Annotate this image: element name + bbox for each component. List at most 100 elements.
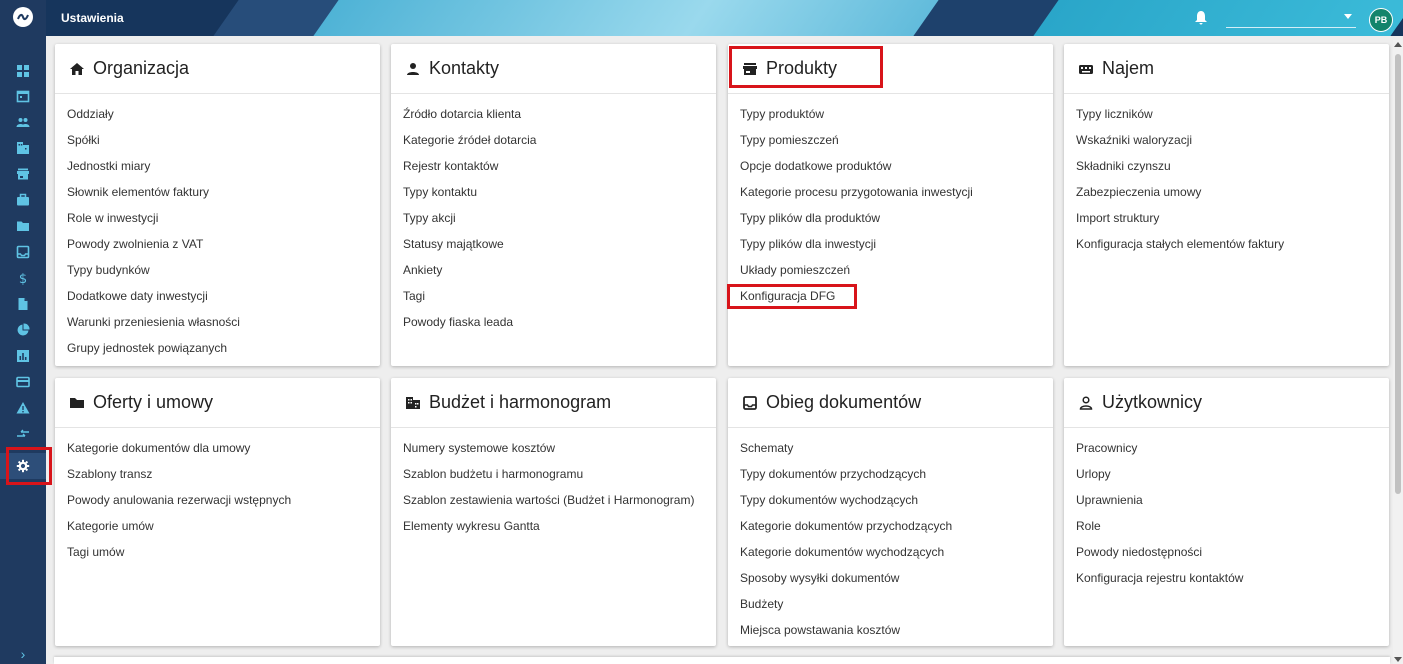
settings-link[interactable]: Uprawnienia (1064, 487, 1389, 513)
settings-link[interactable]: Numery systemowe kosztów (391, 435, 716, 461)
settings-link[interactable]: Zabezpieczenia umowy (1064, 179, 1389, 205)
card-title: Kontakty (429, 58, 500, 78)
card-budzet: Budżet i harmonogram Numery systemowe ko… (391, 378, 716, 646)
settings-link[interactable]: Rejestr kontaktów (391, 153, 716, 179)
settings-link[interactable]: Spółki (55, 127, 380, 153)
settings-link[interactable]: Sposoby wysyłki dokumentów (728, 565, 1053, 591)
sidebar-item-briefcase[interactable] (0, 187, 46, 213)
settings-link[interactable]: Typy liczników (1064, 101, 1389, 127)
avatar[interactable]: PB (1369, 8, 1393, 32)
sidebar-item-inbox[interactable] (0, 239, 46, 265)
settings-link[interactable]: Typy dokumentów wychodzących (728, 487, 1053, 513)
chevron-down-icon (1344, 14, 1352, 19)
settings-link[interactable]: Kategorie procesu przygotowania inwestyc… (728, 179, 1053, 205)
settings-link[interactable]: Powody anulowania rezerwacji wstępnych (55, 487, 380, 513)
sidebar-item-people[interactable] (0, 109, 46, 135)
settings-link[interactable]: Konfiguracja stałych elementów faktury (1064, 231, 1389, 257)
settings-list: Oddziały Spółki Jednostki miary Słownik ele… (55, 94, 380, 361)
settings-link[interactable]: Dodatkowe daty inwestycji (55, 283, 380, 309)
settings-link[interactable]: Szablony transz (55, 461, 380, 487)
sidebar-item-bar-chart[interactable] (0, 343, 46, 369)
expand-sidebar-button[interactable]: › (0, 644, 46, 664)
sidebar-item-transfer[interactable] (0, 421, 46, 447)
settings-link[interactable]: Kategorie dokumentów wychodzących (728, 539, 1053, 565)
settings-link[interactable]: Jednostki miary (55, 153, 380, 179)
settings-link[interactable]: Oddziały (55, 101, 380, 127)
settings-link[interactable]: Grupy jednostek powiązanych (55, 335, 380, 361)
next-row-cards (54, 657, 1390, 664)
page-scrollbar[interactable] (1393, 40, 1403, 664)
settings-link[interactable]: Urlopy (1064, 461, 1389, 487)
card-obieg: Obieg dokumentów Schematy Typy dokumentów… (728, 378, 1053, 646)
settings-link[interactable]: Warunki przeniesienia własności (55, 309, 380, 335)
sidebar-item-dollar[interactable]: $ (0, 265, 46, 291)
settings-link[interactable]: Typy kontaktu (391, 179, 716, 205)
card-title: Organizacja (93, 58, 190, 78)
settings-list: Numery systemowe kosztów Szablon budżetu … (391, 428, 716, 539)
bar-chart-icon (17, 350, 29, 362)
settings-link[interactable]: Typy budynków (55, 257, 380, 283)
settings-link[interactable]: Układy pomieszczeń (728, 257, 1053, 283)
person-outline-icon (1079, 395, 1093, 410)
people-icon (16, 118, 30, 127)
calendar-icon (16, 90, 30, 103)
scroll-down-icon[interactable] (1394, 657, 1402, 662)
sidebar-item-card[interactable] (0, 369, 46, 395)
settings-link[interactable]: Typy akcji (391, 205, 716, 231)
settings-link[interactable]: Źródło dotarcia klienta (391, 101, 716, 127)
document-icon (18, 298, 28, 310)
inbox-icon (743, 395, 757, 410)
sidebar-item-pie-chart[interactable] (0, 317, 46, 343)
settings-link[interactable]: Tagi (391, 283, 716, 309)
sidebar-item-store[interactable] (0, 161, 46, 187)
sidebar-item-folder[interactable] (0, 213, 46, 239)
settings-link[interactable]: Powody fiaska leada (391, 309, 716, 335)
settings-link[interactable]: Kategorie dokumentów przychodzących (728, 513, 1053, 539)
keyboard-icon (1079, 64, 1093, 74)
card-najem: Najem Typy liczników Wskaźniki waloryzacj… (1064, 44, 1389, 366)
settings-link[interactable]: Ankiety (391, 257, 716, 283)
settings-link[interactable]: Tagi umów (55, 539, 380, 565)
settings-link[interactable]: Powody zwolnienia z VAT (55, 231, 380, 257)
produkty-highlight-box (729, 46, 883, 88)
settings-link[interactable]: Import struktury (1064, 205, 1389, 231)
settings-link[interactable]: Typy plików dla produktów (728, 205, 1053, 231)
settings-link[interactable]: Kategorie dokumentów dla umowy (55, 435, 380, 461)
settings-link[interactable]: Składniki czynszu (1064, 153, 1389, 179)
card-produkty: Produkty Typy produktów Typy pomieszczeń O… (728, 44, 1053, 366)
settings-link[interactable]: Elementy wykresu Gantta (391, 513, 716, 539)
sidebar-item-warning[interactable] (0, 395, 46, 421)
settings-link[interactable]: Szablon zestawienia wartości (Budżet i H… (391, 487, 716, 513)
dollar-icon: $ (19, 272, 27, 285)
sidebar-item-building[interactable] (0, 135, 46, 161)
app-logo-icon[interactable] (13, 7, 33, 27)
settings-link[interactable]: Statusy majątkowe (391, 231, 716, 257)
settings-link[interactable]: Szablon budżetu i harmonogramu (391, 461, 716, 487)
sidebar-item-dashboard[interactable] (0, 58, 46, 84)
settings-link[interactable]: Konfiguracja rejestru kontaktów (1064, 565, 1389, 591)
scroll-up-icon[interactable] (1394, 42, 1402, 47)
settings-link[interactable]: Miejsca powstawania kosztów (728, 617, 1053, 643)
settings-link[interactable]: Role w inwestycji (55, 205, 380, 231)
settings-link[interactable]: Schematy (728, 435, 1053, 461)
transfer-icon (17, 429, 29, 437)
settings-link[interactable]: Budżety (728, 591, 1053, 617)
settings-link[interactable]: Opcje dodatkowe produktów (728, 153, 1053, 179)
settings-link[interactable]: Słownik elementów faktury (55, 179, 380, 205)
sidebar-item-document[interactable] (0, 291, 46, 317)
bell-icon[interactable] (1193, 10, 1209, 26)
scroll-thumb[interactable] (1395, 54, 1401, 494)
settings-link[interactable]: Pracownicy (1064, 435, 1389, 461)
settings-link[interactable]: Kategorie źródeł dotarcia (391, 127, 716, 153)
settings-list: Schematy Typy dokumentów przychodzących Ty… (728, 428, 1053, 643)
settings-link[interactable]: Wskaźniki waloryzacji (1064, 127, 1389, 153)
settings-link[interactable]: Typy pomieszczeń (728, 127, 1053, 153)
sidebar-item-calendar[interactable] (0, 83, 46, 109)
settings-link[interactable]: Typy plików dla inwestycji (728, 231, 1053, 257)
settings-link[interactable]: Typy dokumentów przychodzących (728, 461, 1053, 487)
settings-link[interactable]: Kategorie umów (55, 513, 380, 539)
user-select[interactable] (1226, 8, 1356, 28)
settings-link[interactable]: Typy produktów (728, 101, 1053, 127)
settings-link[interactable]: Role (1064, 513, 1389, 539)
settings-link[interactable]: Powody niedostępności (1064, 539, 1389, 565)
